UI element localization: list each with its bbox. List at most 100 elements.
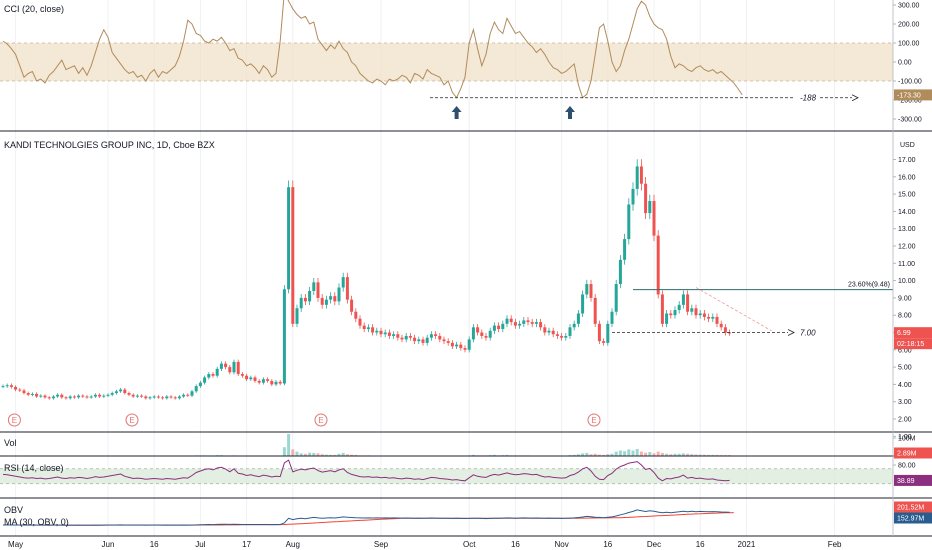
candle-body [140,395,144,397]
candle-body [224,363,228,368]
cci-tick-label: 0.00 [898,60,912,67]
candle-body [648,201,652,214]
candle-body [631,188,635,205]
candle-body [610,311,614,324]
candle-body [673,310,677,316]
candle-body [232,361,236,373]
date-label: Nov [554,540,568,549]
candle-body [707,316,711,319]
date-label: May [8,540,23,549]
candle-body [194,386,198,392]
candle-body [102,395,106,397]
price-tick-label: 13.00 [898,226,916,233]
volume-bar [631,450,635,456]
trend-line [695,287,772,332]
rsi-last-value: 38.89 [897,478,915,485]
candle-body [341,277,345,288]
price-tick-label: 12.00 [898,244,916,251]
candle-body [627,204,631,240]
candle-body [190,391,194,396]
countdown: 02:18:15 [897,341,924,348]
candle-body [522,320,526,324]
candle-body [253,377,257,381]
trading-chart[interactable]: E E E E -188 23.60%(9.48) 7.00 300.00 200.00 100… [0,0,932,550]
candle-body [131,394,135,397]
candle-body [429,334,433,338]
candle-body [686,294,690,312]
price-tick-label: 8.00 [898,313,912,320]
candle-body [114,391,118,394]
date-axis[interactable]: May Jun 16 Jul 17 Aug Sep Oct 16 Nov 16 Dec 16 2021 Fe… [8,540,842,549]
candle-body [379,330,383,335]
date-label: Feb [828,540,842,549]
candle-body [77,395,81,398]
candle-body [702,313,706,317]
candle-body [484,335,488,338]
candle-body [144,396,148,399]
candle-body [148,397,152,399]
candle-body [56,394,60,397]
candle-body [270,380,274,385]
candle-body [509,318,513,323]
candle-body [459,344,463,349]
volume-bar [639,451,643,456]
candle-body [471,327,475,340]
cci-last-value: -173.30 [897,92,921,99]
candle-body [135,395,139,397]
cci-tick-label: -100.00 [898,79,922,86]
price-tick-label: 5.00 [898,365,912,372]
candle-body [291,187,295,324]
date-label: Jul [195,540,205,549]
currency-label: USD [900,142,915,149]
candle-body [173,397,177,399]
candle-body [711,316,715,319]
volume-bar [648,452,652,456]
candle-body [30,393,34,395]
candle-body [186,394,190,396]
candle-body [425,337,429,343]
candle-body [89,396,93,398]
obv-ma-last-value: 152.97M [897,516,924,523]
vol-tick-label: 100M [898,436,916,443]
date-label: 16 [150,540,159,549]
earnings-marker-label: E [129,416,134,425]
volume-bar [627,449,631,456]
candle-body [261,379,265,383]
candle-body [1,386,5,388]
candle-body [228,367,232,373]
candle-body [492,325,496,331]
candle-body [299,297,303,309]
candle-body [207,374,211,378]
candle-body [539,322,543,328]
candle-body [18,389,22,391]
candle-body [505,318,509,324]
candle-body [564,335,568,338]
price-axis[interactable]: 300.00200.00100.000.00-100.00-200.00-300… [893,3,932,524]
price-tick-label: 10.00 [898,278,916,285]
date-label: Sep [374,540,389,549]
candle-body [652,201,656,236]
candle-body [644,183,648,214]
candle-body [543,327,547,333]
candle-body [501,323,505,330]
candle-body [354,311,358,319]
candle-body [656,235,660,295]
candle-body [9,385,13,387]
price-tick-label: 17.00 [898,157,916,164]
candle-body [308,290,312,302]
candle-body [329,296,333,300]
candle-body [476,327,480,333]
candle-body [266,379,270,381]
candle-body [106,394,110,396]
cci-tick-label: -300.00 [898,117,922,124]
candle-body [375,330,379,333]
candle-body [602,341,606,343]
candle-body [434,334,438,336]
candle-body [438,335,442,340]
candle-body [110,393,114,395]
candle-body [35,393,39,397]
candle-body [127,393,131,395]
candle-body [119,389,123,392]
candle-body [81,395,85,397]
candle-body [72,396,76,398]
